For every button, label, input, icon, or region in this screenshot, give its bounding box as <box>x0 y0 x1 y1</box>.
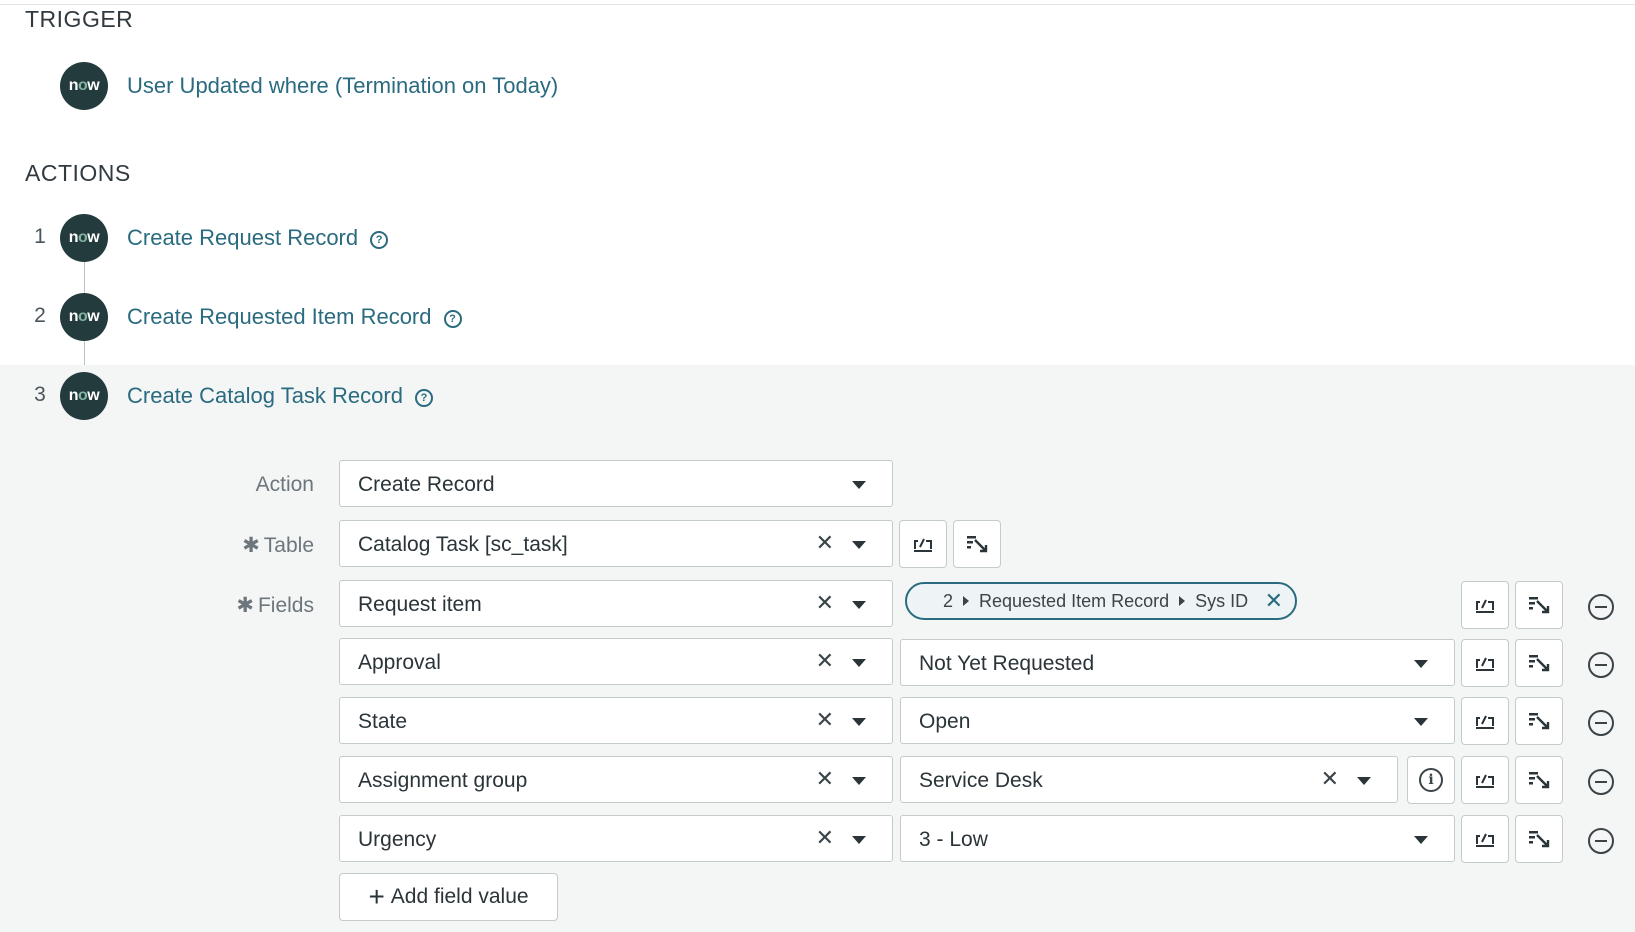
remove-field-icon[interactable] <box>1588 828 1614 854</box>
remove-pill-icon[interactable]: ✕ <box>1265 588 1283 614</box>
script-icon <box>1473 709 1497 733</box>
data-pill-picker-button[interactable] <box>1515 581 1563 629</box>
trigger-heading: TRIGGER <box>25 6 134 32</box>
data-pill-icon <box>1527 709 1551 733</box>
action-step-title[interactable]: Create Requested Item Record? <box>127 304 462 330</box>
clear-icon[interactable]: ✕ <box>816 530 834 556</box>
script-toggle-button[interactable] <box>1461 639 1509 687</box>
chevron-down-icon[interactable] <box>852 601 866 609</box>
data-pill-icon <box>1527 827 1551 851</box>
now-logo-icon: now <box>60 293 108 341</box>
data-pill-icon <box>1527 768 1551 792</box>
data-pill[interactable]: 2 Requested Item Record Sys ID ✕ <box>905 582 1297 620</box>
clear-icon[interactable]: ✕ <box>816 707 834 733</box>
action-select[interactable]: Create Record <box>339 460 893 507</box>
clear-icon[interactable]: ✕ <box>816 766 834 792</box>
script-toggle-button[interactable] <box>1461 756 1509 804</box>
reference-info-button[interactable]: i <box>1407 756 1455 804</box>
script-icon <box>911 532 935 556</box>
now-logo-icon: now <box>60 62 108 110</box>
script-toggle-button[interactable] <box>1461 815 1509 863</box>
field-name-select[interactable]: State ✕ <box>339 697 893 744</box>
field-value-reference[interactable]: Service Desk ✕ <box>900 756 1398 803</box>
script-icon <box>1473 593 1497 617</box>
step-number: 2 <box>34 304 46 327</box>
action-step-2[interactable]: 2 now Create Requested Item Record? <box>0 292 900 342</box>
trigger-row[interactable]: now User Updated where (Termination on T… <box>0 61 900 111</box>
data-pill-picker-button[interactable] <box>953 520 1001 568</box>
field-value-select[interactable]: 3 - Low <box>900 815 1455 862</box>
field-name-select[interactable]: Assignment group ✕ <box>339 756 893 803</box>
step-number: 1 <box>34 225 46 248</box>
chevron-down-icon[interactable] <box>852 481 866 489</box>
fields-label: ✱ Fields <box>236 594 314 617</box>
chevron-down-icon[interactable] <box>852 836 866 844</box>
chevron-down-icon[interactable] <box>852 659 866 667</box>
chevron-down-icon[interactable] <box>1414 718 1428 726</box>
top-divider <box>0 4 1635 5</box>
actions-heading: ACTIONS <box>25 160 131 186</box>
now-logo-icon: now <box>60 372 108 420</box>
table-select[interactable]: Catalog Task [sc_task] ✕ <box>339 520 893 567</box>
chevron-down-icon[interactable] <box>1414 836 1428 844</box>
plus-icon: + <box>368 881 385 912</box>
script-icon <box>1473 827 1497 851</box>
chevron-down-icon[interactable] <box>1357 777 1371 785</box>
script-icon <box>1473 768 1497 792</box>
field-value-select[interactable]: Not Yet Requested <box>900 639 1455 686</box>
action-step-title[interactable]: Create Request Record? <box>127 225 389 251</box>
required-icon: ✱ <box>242 534 260 557</box>
data-pill-picker-button[interactable] <box>1515 639 1563 687</box>
step-number: 3 <box>34 383 46 406</box>
action-step-1[interactable]: 1 now Create Request Record? <box>0 213 900 263</box>
remove-field-icon[interactable] <box>1588 710 1614 736</box>
script-toggle-button[interactable] <box>899 520 947 568</box>
chevron-down-icon[interactable] <box>852 718 866 726</box>
field-name-select[interactable]: Request item ✕ <box>339 580 893 627</box>
required-icon: ✱ <box>236 594 254 617</box>
remove-field-icon[interactable] <box>1588 769 1614 795</box>
action-step-3[interactable]: 3 now Create Catalog Task Record? <box>0 371 900 421</box>
script-icon <box>1473 651 1497 675</box>
clear-icon[interactable]: ✕ <box>816 648 834 674</box>
chevron-down-icon[interactable] <box>852 777 866 785</box>
action-label: Action <box>255 473 314 496</box>
now-logo-icon: now <box>60 214 108 262</box>
data-pill-picker-button[interactable] <box>1515 815 1563 863</box>
clear-icon[interactable]: ✕ <box>816 825 834 851</box>
data-pill-icon <box>965 532 989 556</box>
data-pill-picker-button[interactable] <box>1515 756 1563 804</box>
help-icon[interactable]: ? <box>443 310 462 328</box>
chevron-down-icon[interactable] <box>1414 660 1428 668</box>
field-value-select[interactable]: Open <box>900 697 1455 744</box>
table-label: ✱ Table <box>242 534 314 557</box>
caret-right-icon <box>963 596 970 606</box>
script-toggle-button[interactable] <box>1461 581 1509 629</box>
field-name-select[interactable]: Urgency ✕ <box>339 815 893 862</box>
help-icon[interactable]: ? <box>414 389 433 407</box>
info-icon: i <box>1419 768 1443 792</box>
add-field-value-button[interactable]: + Add field value <box>339 873 558 921</box>
remove-field-icon[interactable] <box>1588 652 1614 678</box>
data-pill-icon <box>1527 593 1551 617</box>
caret-right-icon <box>1179 596 1186 606</box>
clear-icon[interactable]: ✕ <box>816 590 834 616</box>
field-name-select[interactable]: Approval ✕ <box>339 638 893 685</box>
clear-icon[interactable]: ✕ <box>1321 766 1339 792</box>
chevron-down-icon[interactable] <box>852 541 866 549</box>
script-toggle-button[interactable] <box>1461 697 1509 745</box>
remove-field-icon[interactable] <box>1588 594 1614 620</box>
action-step-title[interactable]: Create Catalog Task Record? <box>127 383 433 409</box>
data-pill-picker-button[interactable] <box>1515 697 1563 745</box>
help-icon[interactable]: ? <box>370 231 389 249</box>
data-pill-icon <box>1527 651 1551 675</box>
trigger-title[interactable]: User Updated where (Termination on Today… <box>127 73 558 99</box>
